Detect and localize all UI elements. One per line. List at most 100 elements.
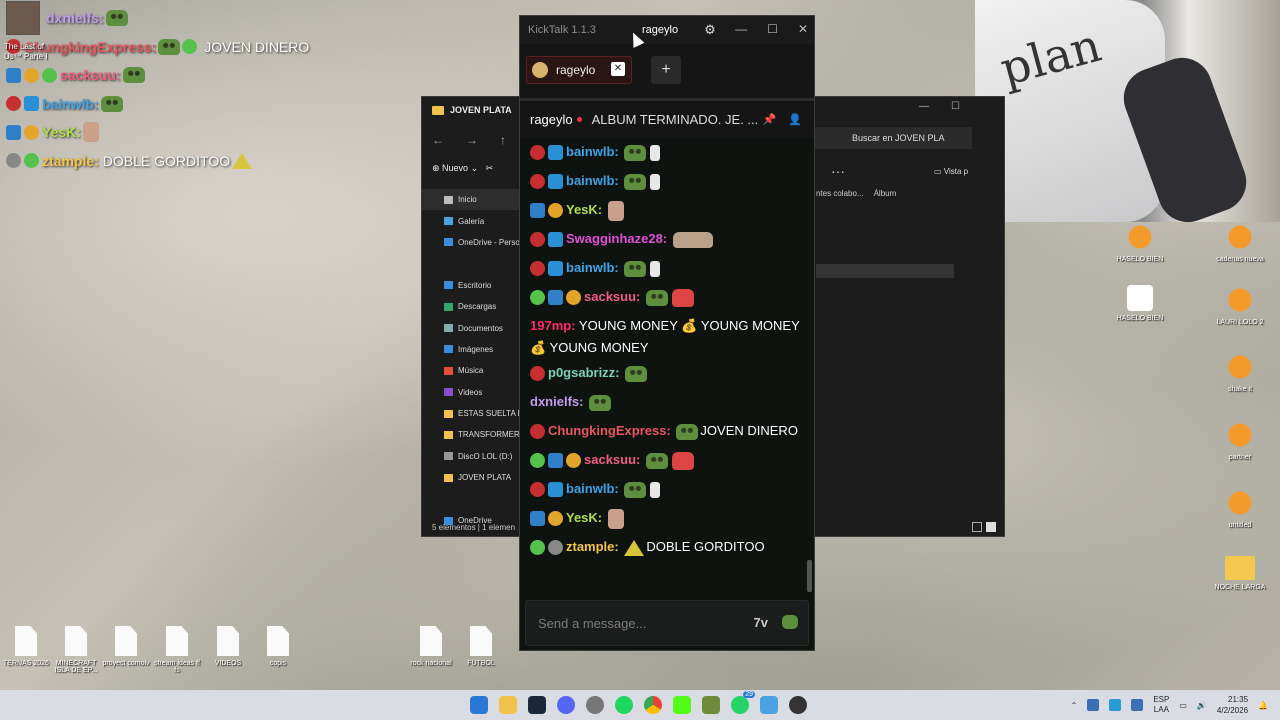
- tray-app-icon[interactable]: [1087, 699, 1100, 711]
- chat-username[interactable]: Swagginhaze28:: [566, 231, 667, 246]
- close-tab-icon[interactable]: ✕: [611, 62, 625, 76]
- steam-icon[interactable]: [528, 696, 546, 714]
- sidebar-item-descargas[interactable]: Descargas: [422, 296, 522, 317]
- sidebar-item-inicio[interactable]: Inicio: [422, 189, 522, 211]
- chat-message[interactable]: ztample: DOBLE GORDITOO: [530, 533, 804, 562]
- chat-username[interactable]: YesK:: [566, 202, 602, 217]
- message-input[interactable]: Send a message... 7v: [525, 600, 809, 646]
- chat-message[interactable]: sacksuu:: [530, 283, 804, 312]
- chat-message[interactable]: p0gsabrizz:: [530, 359, 804, 388]
- chat-username[interactable]: 197mp:: [530, 318, 576, 333]
- network-icon[interactable]: ▭: [1179, 701, 1187, 710]
- column-header[interactable]: Álbum: [874, 189, 897, 198]
- desktop-icon[interactable]: untitled: [1214, 488, 1266, 529]
- desktop-icon[interactable]: rock nacional: [405, 626, 457, 667]
- chat-username[interactable]: sacksuu:: [584, 289, 640, 304]
- chat-message[interactable]: bainwlb:: [530, 254, 804, 283]
- minimize-icon[interactable]: —: [735, 22, 747, 36]
- gear-icon[interactable]: ⚙: [704, 22, 716, 38]
- chat-message[interactable]: bainwlb:: [530, 138, 804, 167]
- sidebar-item-folder[interactable]: ESTAS SUELTA RU: [422, 403, 522, 424]
- desktop-icon[interactable]: shake it: [1214, 352, 1266, 393]
- app-icon[interactable]: [586, 696, 604, 714]
- file-row[interactable]: [816, 264, 954, 278]
- desktop-icon[interactable]: NOCHE LARGA: [1214, 556, 1266, 591]
- chevron-up-icon[interactable]: ⌃: [1071, 701, 1078, 710]
- desktop-icon[interactable]: copis: [252, 626, 304, 667]
- chat-username[interactable]: bainwlb:: [566, 144, 619, 159]
- chat-username[interactable]: YesK:: [566, 510, 602, 525]
- chat-username[interactable]: bainwlb:: [566, 481, 619, 496]
- kick-icon[interactable]: [673, 696, 691, 714]
- whatsapp-icon[interactable]: 29: [731, 691, 755, 714]
- back-arrow-icon[interactable]: ←: [432, 133, 444, 147]
- new-button[interactable]: ⊕ Nuevo ⌄ ✂: [432, 163, 493, 174]
- emote-picker-icon[interactable]: [782, 615, 798, 629]
- sidebar-item-galeria[interactable]: Galería: [422, 210, 522, 231]
- current-user[interactable]: rageylo: [642, 24, 678, 36]
- discord-icon[interactable]: [557, 696, 575, 714]
- chat-message[interactable]: 197mp: YOUNG MONEY 💰 YOUNG MONEY 💰 YOUNG…: [530, 312, 804, 359]
- close-icon[interactable]: ✕: [798, 22, 808, 36]
- desktop-icon[interactable]: partner: [1214, 420, 1266, 461]
- forward-arrow-icon[interactable]: →: [466, 133, 478, 147]
- desktop-icon[interactable]: LAURI LOLO 2: [1214, 285, 1266, 326]
- chat-message[interactable]: ChungkingExpress: JOVEN DINERO: [530, 417, 804, 446]
- shield-icon[interactable]: [1131, 699, 1144, 711]
- kicktalk-window[interactable]: KickTalk 1.1.3 rageylo ⚙ — ☐ ✕ rageylo ✕…: [519, 15, 815, 651]
- sidebar-item-documentos[interactable]: Documentos: [422, 317, 522, 338]
- desktop-icon[interactable]: FUTBOL: [455, 626, 507, 667]
- sidebar-item-musica[interactable]: Música: [422, 360, 522, 381]
- tray-app-icon[interactable]: [1109, 699, 1122, 711]
- add-tab-button[interactable]: +: [651, 56, 681, 84]
- volume-icon[interactable]: 🔊: [1197, 701, 1207, 710]
- file-explorer-icon[interactable]: [499, 696, 517, 714]
- chat-username[interactable]: ztample:: [566, 539, 619, 554]
- sidebar-item-imagenes[interactable]: Imágenes: [422, 339, 522, 360]
- desktop-icon[interactable]: proyect comolv: [100, 626, 152, 667]
- spotify-icon[interactable]: [615, 696, 633, 714]
- tab-rageylo[interactable]: rageylo ✕: [526, 56, 632, 84]
- sidebar-item-escritorio[interactable]: Escritorio: [422, 275, 522, 296]
- game-icon[interactable]: [702, 696, 720, 714]
- view-button[interactable]: ▭ Vista p: [934, 167, 968, 176]
- chat-username[interactable]: p0gsabrizz:: [548, 365, 620, 380]
- sidebar-item-folder[interactable]: TRANSFORMER: [422, 424, 522, 445]
- chat-message[interactable]: Swagginhaze28:: [530, 225, 804, 254]
- more-options-icon[interactable]: ···: [831, 163, 845, 179]
- chat-message[interactable]: dxnielfs:: [530, 388, 804, 417]
- desktop-icon[interactable]: MINECRAFT ISLA DE EP...: [50, 626, 102, 674]
- user-icon[interactable]: 👤: [788, 113, 802, 126]
- desktop-icon[interactable]: VIDEOS: [202, 626, 254, 667]
- chat-message[interactable]: YesK:: [530, 196, 804, 225]
- clock[interactable]: 21:35 4/2/2026: [1217, 694, 1248, 716]
- desktop-icon[interactable]: TERNAS 2026: [0, 626, 52, 667]
- chat-username[interactable]: bainwlb:: [566, 260, 619, 275]
- minimize-icon[interactable]: —: [919, 101, 929, 112]
- chat-message[interactable]: sacksuu:: [530, 446, 804, 475]
- media-player-icon[interactable]: [789, 696, 807, 714]
- notepad-icon[interactable]: [760, 696, 778, 714]
- pin-icon[interactable]: 📌: [763, 113, 777, 126]
- tiles-view-icon[interactable]: [986, 522, 996, 532]
- seventv-icon[interactable]: 7v: [754, 615, 768, 630]
- sidebar-item-onedrive[interactable]: OneDrive - Person: [422, 232, 522, 253]
- column-header[interactable]: ntes colabo...: [816, 189, 864, 198]
- maximize-icon[interactable]: ☐: [767, 22, 778, 36]
- chat-username[interactable]: sacksuu:: [584, 452, 640, 467]
- up-arrow-icon[interactable]: ↑: [500, 133, 506, 147]
- chat-username[interactable]: bainwlb:: [566, 173, 619, 188]
- maximize-icon[interactable]: ☐: [951, 101, 960, 112]
- chat-message[interactable]: bainwlb:: [530, 167, 804, 196]
- chat-message[interactable]: bainwlb:: [530, 475, 804, 504]
- chrome-icon[interactable]: [644, 696, 662, 714]
- sidebar-item-folder[interactable]: JOVEN PLATA: [422, 467, 522, 488]
- chat-username[interactable]: ChungkingExpress:: [548, 423, 671, 438]
- start-icon[interactable]: [470, 696, 488, 714]
- sidebar-item-drive[interactable]: DiscO LOL (D:): [422, 446, 522, 467]
- chat-message[interactable]: YesK:: [530, 504, 804, 533]
- desktop-icon[interactable]: cadenas nueva: [1214, 222, 1266, 263]
- desktop-icon[interactable]: stream ideas ff fs: [151, 626, 203, 674]
- chat-username[interactable]: dxnielfs:: [530, 394, 583, 409]
- language-indicator[interactable]: ESP LAA: [1153, 695, 1169, 715]
